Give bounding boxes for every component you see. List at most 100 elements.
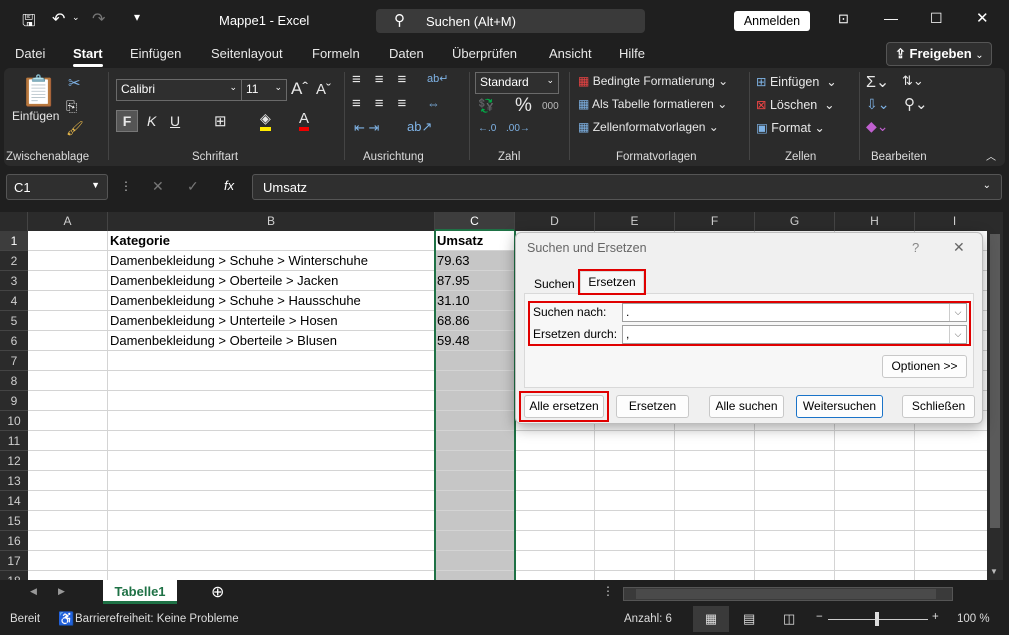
format-as-table-button[interactable]: ▦ Als Tabelle formatieren ⌄ (578, 97, 727, 111)
format-cells-button[interactable]: ▣ Format ⌄ (756, 120, 825, 135)
cell[interactable] (435, 531, 515, 551)
cell[interactable] (515, 451, 595, 471)
cell[interactable] (515, 431, 595, 451)
cell[interactable] (28, 251, 108, 271)
row-header[interactable]: 14 (0, 491, 28, 511)
column-header[interactable]: A (28, 212, 108, 231)
cell[interactable] (435, 451, 515, 471)
cell[interactable] (755, 551, 835, 571)
cell[interactable] (755, 491, 835, 511)
column-header[interactable]: F (675, 212, 755, 231)
merge-center-icon[interactable]: ⇔ (427, 96, 440, 111)
font-name-select[interactable]: Calibri ⌄ (116, 79, 242, 101)
cell[interactable] (108, 511, 435, 531)
cell[interactable] (755, 511, 835, 531)
cell[interactable] (595, 551, 675, 571)
select-all-corner[interactable] (0, 212, 28, 231)
cell[interactable] (108, 371, 435, 391)
row-header[interactable]: 16 (0, 531, 28, 551)
page-break-icon[interactable]: ◫ (783, 611, 795, 627)
cell[interactable] (835, 491, 915, 511)
column-header[interactable]: D (515, 212, 595, 231)
find-select-icon[interactable]: ⚲⌄ (904, 95, 928, 113)
cell[interactable] (435, 411, 515, 431)
cell[interactable] (515, 551, 595, 571)
column-header[interactable]: H (835, 212, 915, 231)
tab-seitenlayout[interactable]: Seitenlayout (211, 46, 283, 61)
dialog-close-button[interactable]: ✕ (953, 239, 965, 256)
name-box[interactable]: C1 ▼ (6, 174, 108, 200)
row-header[interactable]: 5 (0, 311, 28, 331)
cell[interactable] (755, 531, 835, 551)
expand-icon[interactable]: ⌄ (983, 180, 991, 191)
cell[interactable] (835, 511, 915, 531)
cell[interactable] (675, 471, 755, 491)
cell[interactable] (28, 551, 108, 571)
cell[interactable]: Damenbekleidung > Oberteile > Jacken (108, 271, 435, 291)
cell[interactable] (595, 471, 675, 491)
cell[interactable] (915, 471, 987, 491)
cell[interactable] (595, 491, 675, 511)
sheet-tab-tabelle1[interactable]: Tabelle1 (103, 580, 177, 604)
tab-formeln[interactable]: Formeln (312, 46, 360, 61)
underline-button[interactable]: U (170, 113, 180, 129)
cell[interactable] (108, 531, 435, 551)
row-header[interactable]: 8 (0, 371, 28, 391)
conditional-formatting-button[interactable]: ▦ Bedingte Formatierung ⌄ (578, 74, 728, 88)
font-size-select[interactable]: 11 ⌄ (241, 79, 287, 101)
cell[interactable] (435, 351, 515, 371)
scroll-down-icon[interactable]: ▼ (990, 567, 998, 576)
clear-icon[interactable]: ◆⌄ (866, 118, 889, 135)
cell[interactable] (28, 451, 108, 471)
indent-icons[interactable]: ⇤ ⇥ (354, 120, 379, 136)
cell[interactable] (28, 351, 108, 371)
cancel-icon[interactable]: ✕ (152, 178, 164, 195)
cell[interactable]: 87.95 (435, 271, 515, 291)
cell[interactable] (108, 551, 435, 571)
cell[interactable] (28, 511, 108, 531)
cell[interactable] (675, 551, 755, 571)
scroll-thumb[interactable] (636, 589, 936, 599)
cell[interactable] (915, 531, 987, 551)
vertical-scrollbar[interactable]: ▼ (987, 212, 1003, 580)
row-header[interactable]: 3 (0, 271, 28, 291)
find-all-button[interactable]: Alle suchen (709, 395, 784, 418)
cell[interactable] (515, 511, 595, 531)
row-header[interactable]: 6 (0, 331, 28, 351)
cell[interactable] (835, 431, 915, 451)
undo-dropdown-icon[interactable]: ⌄ (72, 12, 80, 23)
cell[interactable] (28, 471, 108, 491)
row-header[interactable]: 10 (0, 411, 28, 431)
cell[interactable]: 68.86 (435, 311, 515, 331)
column-header[interactable]: B (108, 212, 435, 231)
decrease-decimal-icon[interactable]: .00→ (506, 123, 530, 134)
share-button[interactable]: ⇪ Freigeben ⌄ (886, 42, 992, 66)
cell[interactable] (28, 231, 108, 251)
cell[interactable] (28, 331, 108, 351)
cell[interactable] (755, 431, 835, 451)
customize-qat-icon[interactable]: ▾ (134, 10, 140, 24)
enter-icon[interactable]: ✓ (187, 178, 199, 195)
scroll-thumb[interactable] (990, 234, 1000, 528)
cell[interactable] (435, 511, 515, 531)
percent-icon[interactable]: % (515, 95, 532, 117)
zoom-slider-thumb[interactable] (875, 612, 879, 626)
sign-in-button[interactable]: Anmelden (734, 11, 810, 31)
row-header[interactable]: 17 (0, 551, 28, 571)
minimize-icon[interactable]: — (884, 10, 898, 26)
cell[interactable] (835, 571, 915, 580)
row-header[interactable]: 11 (0, 431, 28, 451)
insert-function-icon[interactable]: fx (224, 178, 234, 193)
cell[interactable] (515, 531, 595, 551)
tab-einfuegen[interactable]: Einfügen (130, 46, 181, 61)
font-color-icon[interactable]: A (299, 110, 310, 131)
cell[interactable] (835, 471, 915, 491)
delete-cells-button[interactable]: ⊠ Löschen ⌄ (756, 97, 835, 112)
row-header[interactable]: 2 (0, 251, 28, 271)
horizontal-scrollbar[interactable] (623, 587, 953, 601)
number-format-select[interactable]: Standard ⌄ (475, 72, 559, 94)
cell[interactable] (435, 391, 515, 411)
add-sheet-icon[interactable]: ⊕ (211, 582, 224, 602)
cell[interactable] (595, 511, 675, 531)
cell[interactable]: 59.48 (435, 331, 515, 351)
